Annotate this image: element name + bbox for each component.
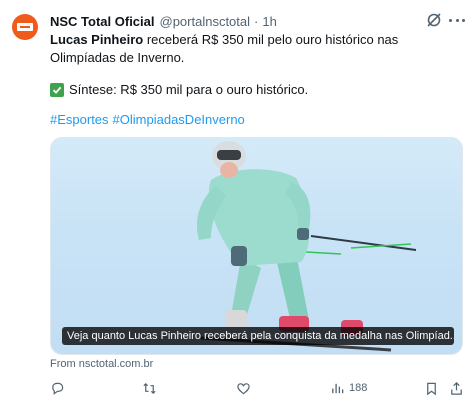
separator-dot: ·: [254, 13, 259, 29]
nsc-logo-icon: [17, 23, 33, 31]
bookmark-button[interactable]: [424, 380, 439, 396]
views-count: 188: [349, 382, 368, 394]
retweet-button[interactable]: [142, 380, 157, 396]
action-bar: 188: [50, 380, 464, 396]
like-icon: [237, 382, 250, 394]
hashtag-link[interactable]: #OlimpiadasDeInverno: [113, 112, 245, 127]
views-icon: [332, 383, 344, 393]
tweet-summary: Síntese: R$ 350 mil para o ouro históric…: [50, 81, 462, 99]
media-caption: Veja quanto Lucas Pinheiro receberá pela…: [62, 327, 454, 345]
more-icon[interactable]: [449, 12, 465, 28]
display-name[interactable]: NSC Total Oficial: [50, 14, 155, 29]
avatar[interactable]: [12, 14, 38, 40]
hashtags: #Esportes #OlimpiadasDeInverno: [50, 111, 249, 129]
timestamp[interactable]: 1h: [262, 14, 276, 29]
user-handle[interactable]: @portalnsctotal: [160, 14, 251, 29]
tweet-header: NSC Total Oficial @portalnsctotal · 1h: [50, 11, 277, 31]
share-icon: [451, 381, 462, 395]
tweet-text-bold: Lucas Pinheiro: [50, 32, 144, 47]
grok-icon[interactable]: [426, 12, 442, 28]
reply-button[interactable]: [50, 380, 65, 396]
reply-icon: [52, 382, 64, 395]
check-icon: [50, 83, 64, 97]
bookmark-icon: [427, 382, 436, 395]
like-button[interactable]: [236, 380, 251, 396]
summary-text: Síntese: R$ 350 mil para o ouro históric…: [69, 82, 309, 97]
hashtag-link[interactable]: #Esportes: [50, 112, 109, 127]
tweet-text: Lucas Pinheiro receberá R$ 350 mil pelo …: [50, 31, 462, 67]
share-button[interactable]: [449, 380, 464, 396]
link-source[interactable]: From nsctotal.com.br: [50, 358, 153, 370]
skier-image: [196, 141, 417, 352]
retweet-icon: [143, 382, 156, 394]
views-button[interactable]: 188: [330, 380, 367, 396]
media-card[interactable]: Veja quanto Lucas Pinheiro receberá pela…: [50, 137, 463, 355]
tweet-card[interactable]: NSC Total Oficial @portalnsctotal · 1h L…: [0, 0, 472, 405]
